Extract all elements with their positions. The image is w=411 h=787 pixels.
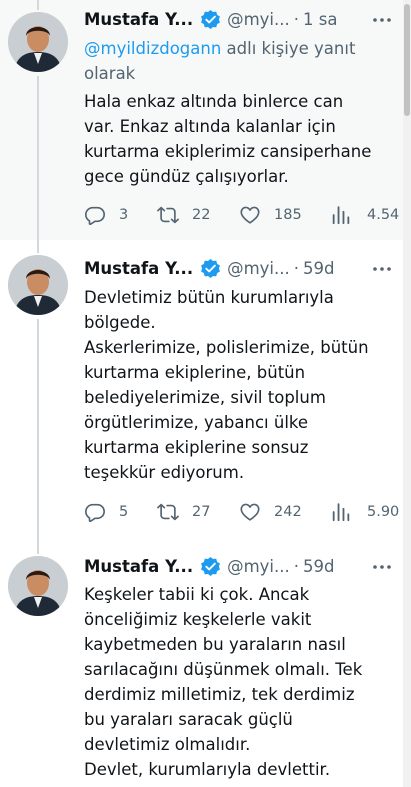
more-dots-icon[interactable] [371, 9, 393, 31]
tweet-actions: 3 22 185 4.54 [84, 203, 404, 227]
tweet-text-line: var. Enkaz altında kalanlar için [84, 117, 336, 136]
author-name[interactable]: Mustafa Y... [84, 10, 193, 29]
scrollbar[interactable] [403, 0, 411, 787]
tweet-text-line: kaybetmeden bu yaraların nasıl [84, 635, 346, 654]
like-button[interactable]: 185 [239, 203, 302, 227]
tweet-text-line: örgütlerimize, yabancı ülke [84, 413, 309, 432]
tweet-feed: Mustafa Y... @myi... · 1 sa @myildizdoga… [0, 0, 411, 787]
tweet-actions: 5 27 242 5.90 [84, 500, 404, 524]
retweet-button[interactable]: 27 [157, 500, 210, 524]
view-count: 4.54 [367, 207, 400, 223]
heart-icon [240, 503, 260, 521]
reply-icon [85, 503, 105, 523]
retweet-icon [157, 206, 179, 224]
thread-connector-top [37, 240, 39, 253]
tweet-text-line: bu yaraları saracak güçlü [84, 710, 293, 729]
author-name[interactable]: Mustafa Y... [84, 557, 193, 576]
tweet-text-line: teşekkür ediyorum. [84, 463, 245, 482]
reply-count: 5 [119, 504, 129, 520]
reply-button[interactable]: 5 [84, 500, 128, 524]
tweet-text-line: önceliğimiz keşkelerle vakit [84, 610, 312, 629]
tweet-text-line: devletimiz olmalıdır. [84, 735, 251, 754]
tweet-text-line: derdimiz milletimiz, tek derdimiz [84, 685, 355, 704]
tweet-text-line: Devlet, kurumlarıyla devlettir. [84, 760, 331, 779]
tweet-text-line: kurtarma ekiplerimiz cansiperhane [84, 142, 372, 161]
tweet-text-line: Hala enkaz altında binlerce can [84, 92, 344, 111]
separator-dot: · [293, 258, 300, 278]
tweet-time[interactable]: 59d [303, 259, 334, 278]
like-count: 185 [274, 207, 302, 223]
tweet-text-line: gece gündüz çalışıyorlar. [84, 167, 289, 186]
author-name[interactable]: Mustafa Y... [84, 259, 193, 278]
separator-dot: · [293, 556, 300, 576]
reply-context: @myildizdogann adlı kişiye yanıt olarak [84, 36, 396, 86]
thread-connector [37, 319, 39, 544]
heart-icon [240, 206, 260, 224]
verified-badge-icon [200, 556, 221, 577]
tweet-text-line: Askerlerimize, polislerimize, bütün [84, 338, 369, 357]
tweet-text-line: bölgede. [84, 313, 156, 332]
avatar[interactable] [8, 556, 68, 616]
tweet-text-line: belediyelerimize, sivil toplum [84, 388, 326, 407]
avatar[interactable] [8, 12, 68, 72]
tweet-time[interactable]: 1 sa [303, 10, 337, 29]
tweet-text: Devletimiz bütün kurumlarıyla bölgede. A… [84, 285, 396, 485]
tweet-text: Keşkeler tabii ki çok. Ancak önceliğimiz… [84, 582, 396, 782]
verified-badge-icon [200, 9, 221, 30]
reply-button[interactable]: 3 [84, 203, 128, 227]
retweet-count: 27 [192, 504, 211, 520]
thread-connector-top [37, 544, 39, 554]
retweet-icon [157, 503, 179, 521]
like-button[interactable]: 242 [239, 500, 302, 524]
tweet-header: Mustafa Y... @myi... · 59d [84, 256, 394, 280]
tweet-text-line: kurtarma ekiplerine sonsuz [84, 438, 309, 457]
tweet-text-line: kurtarma ekiplerine, bütün [84, 363, 306, 382]
tweet-text: Hala enkaz altında binlerce can var. Enk… [84, 89, 396, 189]
tweet-2[interactable]: Mustafa Y... @myi... · 59d Devletimiz bü… [0, 240, 403, 544]
retweet-button[interactable]: 22 [157, 203, 210, 227]
separator-dot: · [293, 9, 300, 29]
author-handle[interactable]: @myi... [227, 557, 290, 576]
author-handle[interactable]: @myi... [227, 10, 290, 29]
author-handle[interactable]: @myi... [227, 259, 290, 278]
reply-mention-link[interactable]: @myildizdogann [84, 39, 221, 58]
tweet-text-line: Devletimiz bütün kurumlarıyla [84, 288, 334, 307]
thread-connector [37, 76, 39, 240]
more-dots-icon[interactable] [371, 556, 393, 578]
views-icon [332, 206, 350, 225]
scrollbar-thumb[interactable] [404, 4, 410, 116]
views-button[interactable]: 4.54 [330, 203, 399, 227]
tweet-header: Mustafa Y... @myi... · 59d [84, 554, 394, 578]
thread-connector-top [37, 0, 39, 10]
reply-count: 3 [119, 207, 129, 223]
views-button[interactable]: 5.90 [330, 500, 399, 524]
tweet-1[interactable]: Mustafa Y... @myi... · 1 sa @myildizdoga… [0, 0, 403, 240]
tweet-3[interactable]: Mustafa Y... @myi... · 59d Keşkeler tabi… [0, 544, 403, 787]
reply-icon [85, 206, 105, 226]
tweet-header: Mustafa Y... @myi... · 1 sa [84, 7, 394, 31]
tweet-text-line: sarılacağını düşünmek olmalı. Tek [84, 660, 363, 679]
view-count: 5.90 [367, 504, 400, 520]
avatar[interactable] [8, 255, 68, 315]
retweet-count: 22 [192, 207, 211, 223]
like-count: 242 [274, 504, 302, 520]
more-dots-icon[interactable] [371, 258, 393, 280]
verified-badge-icon [200, 258, 221, 279]
views-icon [332, 503, 350, 522]
tweet-text-line: Keşkeler tabii ki çok. Ancak [84, 585, 310, 604]
tweet-time[interactable]: 59d [303, 557, 334, 576]
